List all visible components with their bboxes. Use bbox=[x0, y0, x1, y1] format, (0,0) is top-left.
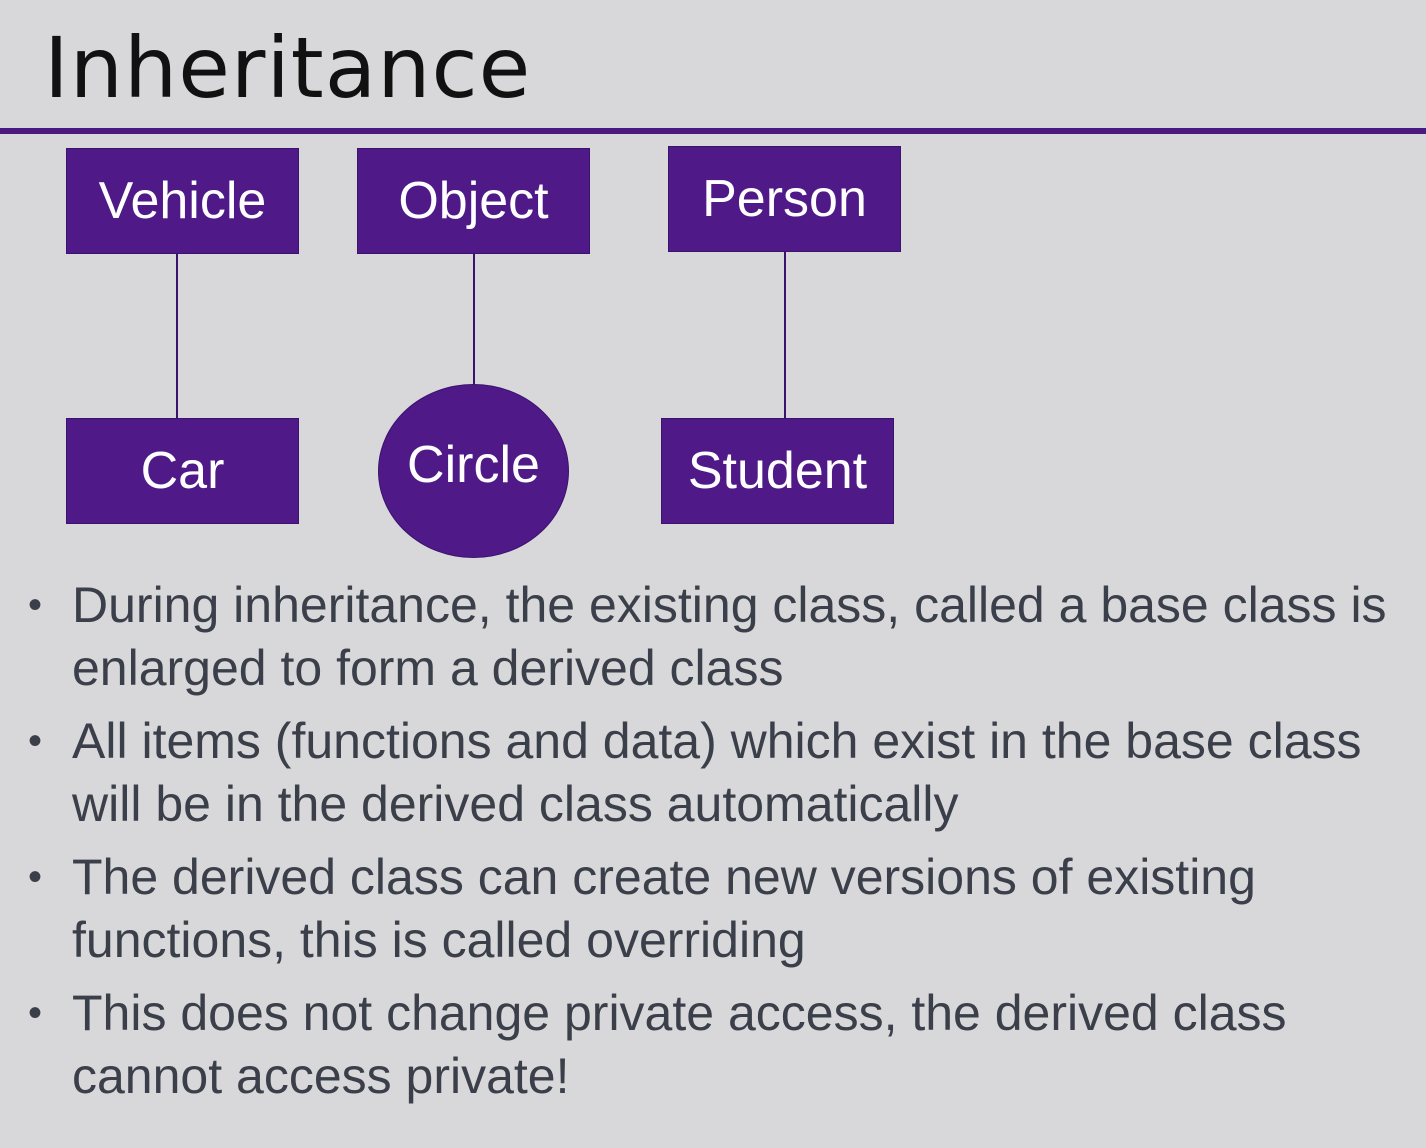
bullet-list: • During inheritance, the existing class… bbox=[28, 574, 1408, 1118]
node-circle: Circle bbox=[378, 384, 569, 558]
bullet-item: • The derived class can create new versi… bbox=[28, 846, 1408, 972]
node-object: Object bbox=[357, 148, 590, 254]
bullet-item: • This does not change private access, t… bbox=[28, 982, 1408, 1108]
node-vehicle: Vehicle bbox=[66, 148, 299, 254]
bullet-marker: • bbox=[28, 991, 43, 1035]
bullet-text: The derived class can create new version… bbox=[72, 849, 1256, 968]
bullet-marker: • bbox=[28, 855, 43, 899]
bullet-text: All items (functions and data) which exi… bbox=[72, 713, 1362, 832]
slide: Inheritance Vehicle Object Person Car Ci… bbox=[0, 0, 1426, 1148]
inheritance-diagram: Vehicle Object Person Car Circle Student bbox=[0, 0, 1426, 580]
bullet-item: • During inheritance, the existing class… bbox=[28, 574, 1408, 700]
bullet-text: This does not change private access, the… bbox=[72, 985, 1287, 1104]
node-car: Car bbox=[66, 418, 299, 524]
bullet-item: • All items (functions and data) which e… bbox=[28, 710, 1408, 836]
bullet-text: During inheritance, the existing class, … bbox=[72, 577, 1387, 696]
bullet-marker: • bbox=[28, 583, 43, 627]
node-student: Student bbox=[661, 418, 894, 524]
bullet-marker: • bbox=[28, 719, 43, 763]
node-person: Person bbox=[668, 146, 901, 252]
